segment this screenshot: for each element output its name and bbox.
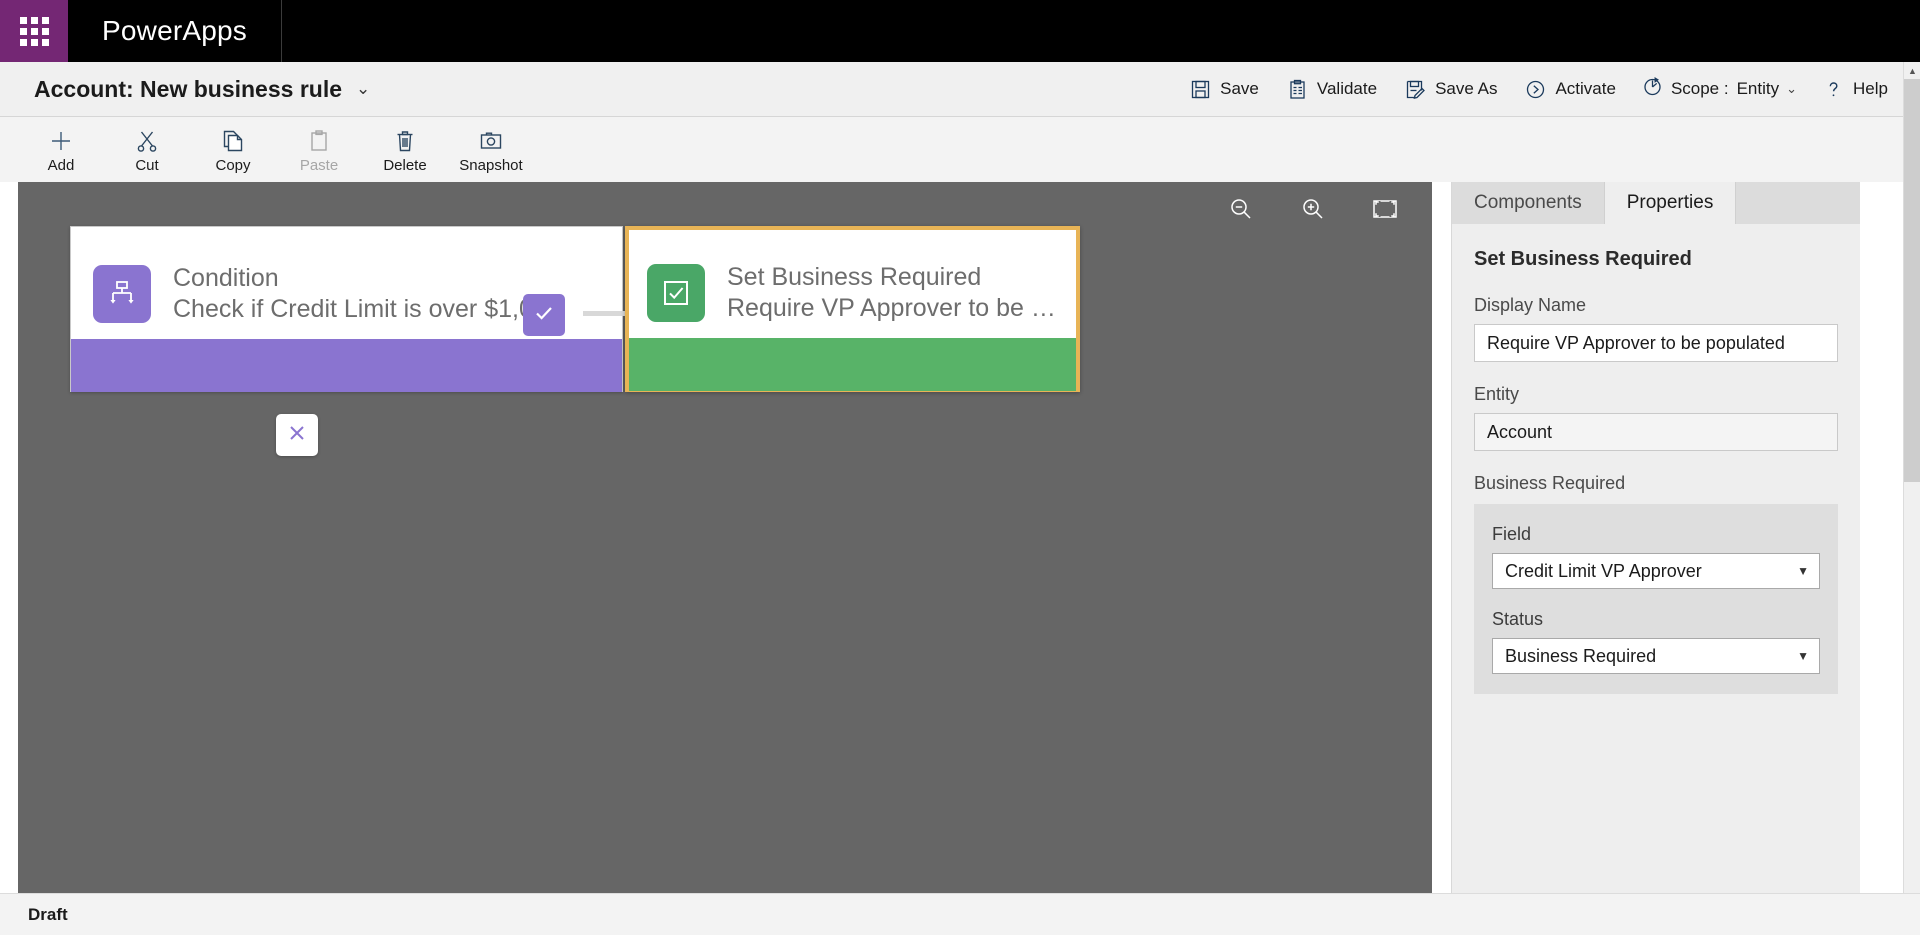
rule-title-dropdown[interactable]: Account: New business rule ⌄	[0, 76, 370, 103]
condition-node-subtitle: Check if Credit Limit is over $1,0...	[173, 295, 554, 323]
status-select-value: Business Required	[1505, 645, 1657, 666]
clipboard-icon	[307, 128, 331, 154]
command-bar-actions: Save Validate Save As Activate Scope: E…	[1176, 69, 1920, 109]
copy-icon	[221, 128, 245, 154]
suite-bar: PowerApps	[0, 0, 1920, 62]
action-node-text: Set Business Required Require VP Approve…	[727, 262, 1060, 325]
fit-to-screen-icon[interactable]	[1372, 198, 1398, 220]
save-button[interactable]: Save	[1176, 69, 1273, 109]
validate-button[interactable]: Validate	[1273, 69, 1391, 109]
field-select-value: Credit Limit VP Approver	[1505, 560, 1702, 581]
play-circle-icon	[1525, 79, 1546, 100]
paste-label: Paste	[299, 157, 339, 174]
entity-label: Entity	[1474, 384, 1520, 404]
activate-label: Activate	[1555, 79, 1616, 98]
properties-pane: Components Properties Set Business Requi…	[1451, 182, 1860, 893]
command-bar: Account: New business rule ⌄ Save Valida…	[0, 62, 1920, 117]
pane-tab-list: Components Properties	[1452, 182, 1860, 224]
chevron-down-icon: ⌄	[1786, 81, 1798, 96]
display-name-input[interactable]: Require VP Approver to be populated	[1474, 324, 1838, 362]
help-button[interactable]: Help	[1809, 69, 1902, 109]
editor-toolbar: Add Cut Copy Paste Delete Snapshot	[0, 117, 1920, 182]
delete-label: Delete	[383, 157, 427, 174]
true-branch-badge[interactable]	[523, 294, 565, 336]
delete-button[interactable]: Delete	[362, 123, 448, 181]
add-label: Add	[47, 157, 75, 174]
tab-properties[interactable]: Properties	[1604, 182, 1737, 224]
entity-input: Account	[1474, 413, 1838, 451]
save-label: Save	[1220, 79, 1259, 98]
clipboard-check-icon	[1287, 79, 1308, 100]
display-name-label: Display Name	[1474, 295, 1587, 315]
action-node-title: Set Business Required	[727, 262, 982, 291]
save-icon	[1190, 79, 1211, 100]
scrollbar-thumb[interactable]	[1904, 79, 1920, 482]
trash-icon	[393, 128, 417, 154]
scope-label: Scope :	[1670, 79, 1729, 98]
condition-node-text: Condition Check if Credit Limit is over …	[173, 263, 554, 326]
rule-canvas[interactable]: Condition Check if Credit Limit is over …	[18, 182, 1432, 893]
scope-selector[interactable]: Scope : Entity ⌄	[1630, 69, 1809, 109]
camera-icon	[479, 128, 503, 154]
save-as-label: Save As	[1435, 79, 1498, 98]
paste-button[interactable]: Paste	[276, 123, 362, 181]
business-required-label: Business Required	[1474, 473, 1626, 493]
chevron-down-icon: ▼	[1797, 564, 1809, 578]
snapshot-label: Snapshot	[459, 157, 523, 174]
chevron-down-icon: ▼	[1797, 649, 1809, 663]
cut-label: Cut	[135, 157, 159, 174]
validate-label: Validate	[1316, 79, 1378, 98]
plus-icon	[48, 128, 74, 154]
pane-heading: Set Business Required	[1474, 248, 1692, 270]
page-scrollbar[interactable]: ▲ ▼	[1903, 62, 1920, 935]
scissors-icon	[135, 128, 159, 154]
action-node-body: Set Business Required Require VP Approve…	[629, 230, 1076, 338]
action-node-footer	[629, 338, 1076, 391]
business-required-group: Field Credit Limit VP Approver ▼ Status …	[1474, 504, 1838, 694]
status-badge: Draft	[28, 904, 68, 924]
condition-node-title: Condition	[173, 263, 279, 292]
chevron-down-icon: ⌄	[356, 79, 371, 98]
question-icon	[1823, 79, 1844, 100]
condition-node-footer	[71, 339, 622, 392]
status-bar: Draft	[0, 893, 1920, 935]
condition-branch-icon	[93, 265, 151, 323]
set-business-required-node[interactable]: Set Business Required Require VP Approve…	[625, 226, 1080, 392]
pane-body: Set Business Required Display Name Requi…	[1452, 224, 1860, 694]
false-branch-badge[interactable]	[276, 414, 318, 456]
scope-value-group[interactable]: Entity ⌄	[1737, 79, 1797, 99]
brand-title: PowerApps	[68, 0, 282, 62]
status-label: Status	[1492, 609, 1544, 629]
canvas-zoom-controls	[1228, 196, 1398, 222]
close-icon	[286, 422, 308, 449]
page-title: Account: New business rule	[34, 75, 343, 102]
field-select[interactable]: Credit Limit VP Approver ▼	[1492, 553, 1820, 589]
zoom-in-icon[interactable]	[1300, 196, 1326, 222]
scope-icon	[1642, 76, 1663, 102]
waffle-grid	[19, 16, 49, 46]
add-button[interactable]: Add	[18, 123, 104, 181]
pane-tab-filler	[1736, 182, 1860, 224]
help-label: Help	[1853, 79, 1888, 98]
status-select[interactable]: Business Required ▼	[1492, 638, 1820, 674]
save-as-button[interactable]: Save As	[1391, 69, 1511, 109]
tab-components[interactable]: Components	[1452, 182, 1605, 224]
scroll-up-arrow-icon[interactable]: ▲	[1904, 62, 1920, 79]
copy-button[interactable]: Copy	[190, 123, 276, 181]
copy-label: Copy	[215, 157, 251, 174]
scope-value: Entity	[1736, 79, 1780, 98]
zoom-out-icon[interactable]	[1228, 196, 1254, 222]
activate-button[interactable]: Activate	[1511, 69, 1629, 109]
cut-button[interactable]: Cut	[104, 123, 190, 181]
action-node-subtitle: Require VP Approver to be pop...	[727, 294, 1060, 322]
check-icon	[532, 301, 556, 330]
app-launcher-icon[interactable]	[0, 0, 68, 62]
save-as-icon	[1405, 79, 1426, 100]
field-label: Field	[1492, 524, 1532, 544]
checkbox-icon	[647, 264, 705, 322]
snapshot-button[interactable]: Snapshot	[448, 123, 534, 181]
